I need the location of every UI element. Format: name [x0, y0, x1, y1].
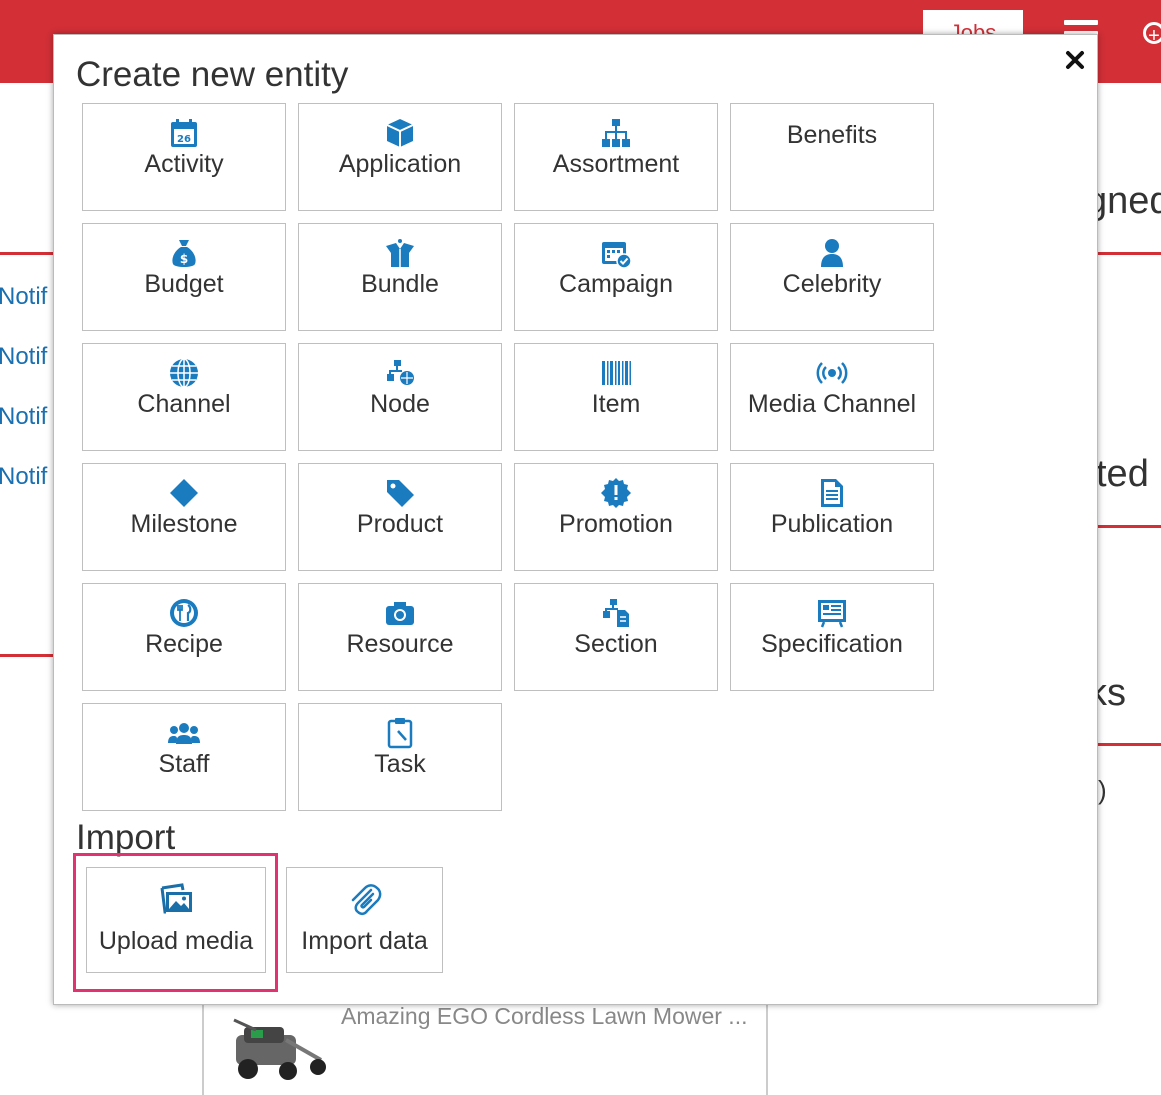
- entity-label: Activity: [144, 150, 224, 178]
- entity-tile-item[interactable]: Item: [514, 343, 718, 451]
- entity-tile-application[interactable]: Application: [298, 103, 502, 211]
- tag-icon: [383, 476, 417, 510]
- section-heading-fragment: ted: [1096, 453, 1149, 495]
- notification-link[interactable]: Notif: [0, 403, 47, 431]
- dialog-title: Create new entity: [76, 55, 349, 94]
- entity-label: Task: [374, 750, 426, 778]
- import-options: Upload media Import data: [86, 867, 443, 973]
- entity-tile-bundle[interactable]: Bundle: [298, 223, 502, 331]
- lawn-mower-image: [233, 1018, 326, 1080]
- entity-label: Budget: [144, 270, 224, 298]
- badge-icon: [599, 476, 633, 510]
- entity-label: Celebrity: [782, 270, 882, 298]
- open-box-icon: [383, 236, 417, 270]
- calendar-check-icon: [599, 236, 633, 270]
- entity-tile-benefits[interactable]: Benefits: [730, 103, 934, 211]
- entity-tile-product[interactable]: Product: [298, 463, 502, 571]
- section-icon: [599, 596, 633, 630]
- group-icon: [167, 716, 201, 750]
- entity-tile-recipe[interactable]: Recipe: [82, 583, 286, 691]
- entity-tile-specification[interactable]: Specification: [730, 583, 934, 691]
- create-entity-dialog: Create new entity 26 Activity Applicatio…: [53, 34, 1098, 1005]
- upload-media-label: Upload media: [98, 927, 254, 955]
- entity-tile-promotion[interactable]: Promotion: [514, 463, 718, 571]
- entity-label: Media Channel: [747, 390, 917, 418]
- entity-label: Bundle: [361, 270, 439, 298]
- product-title[interactable]: Amazing EGO Cordless Lawn Mower ...: [341, 1003, 747, 1030]
- import-data-button[interactable]: Import data: [286, 867, 443, 973]
- svg-text:$: $: [180, 252, 188, 266]
- divider: [1096, 252, 1161, 255]
- divider: [0, 252, 60, 255]
- entity-label: Promotion: [559, 510, 673, 538]
- divider: [1096, 525, 1161, 528]
- entity-label: Section: [574, 630, 658, 658]
- notification-link[interactable]: Notif: [0, 283, 47, 311]
- sitemap-icon: [599, 116, 633, 150]
- entity-tile-budget[interactable]: $ Budget: [82, 223, 286, 331]
- entity-tile-celebrity[interactable]: Celebrity: [730, 223, 934, 331]
- globe-icon: [167, 356, 201, 390]
- entity-label: Publication: [770, 510, 894, 538]
- entity-label: Channel: [137, 390, 231, 418]
- entity-tile-task[interactable]: Task: [298, 703, 502, 811]
- entity-tile-resource[interactable]: Resource: [298, 583, 502, 691]
- entity-label: Benefits: [786, 121, 878, 149]
- calendar-icon: 26: [167, 116, 201, 150]
- entity-label: Resource: [346, 630, 454, 658]
- person-icon: [815, 236, 849, 270]
- entity-label: Product: [356, 510, 444, 538]
- clipboard-icon: [383, 716, 417, 750]
- entity-label: Node: [370, 390, 430, 418]
- paperclip-icon: [347, 882, 383, 923]
- entity-grid: 26 Activity Application Assortment Benef…: [82, 103, 946, 811]
- cutlery-icon: [167, 596, 201, 630]
- money-bag-icon: $: [167, 236, 201, 270]
- images-icon: [158, 882, 194, 923]
- add-circle-icon[interactable]: +: [1143, 22, 1161, 47]
- count-fragment: ): [1098, 775, 1107, 805]
- entity-label: Staff: [158, 750, 210, 778]
- spec-sheet-icon: [815, 596, 849, 630]
- entity-tile-channel[interactable]: Channel: [82, 343, 286, 451]
- entity-label: Milestone: [130, 510, 238, 538]
- import-section-title: Import: [76, 818, 176, 857]
- broadcast-icon: [815, 356, 849, 390]
- entity-tile-publication[interactable]: Publication: [730, 463, 934, 571]
- entity-tile-milestone[interactable]: Milestone: [82, 463, 286, 571]
- notification-link[interactable]: Notif: [0, 343, 47, 371]
- import-data-label: Import data: [301, 927, 428, 955]
- entity-tile-activity[interactable]: 26 Activity: [82, 103, 286, 211]
- entity-label: Campaign: [559, 270, 673, 298]
- entity-tile-node[interactable]: Node: [298, 343, 502, 451]
- svg-text:26: 26: [177, 134, 191, 145]
- diamond-icon: [167, 476, 201, 510]
- entity-tile-campaign[interactable]: Campaign: [514, 223, 718, 331]
- entity-label: Specification: [761, 630, 903, 658]
- entity-label: Recipe: [145, 630, 223, 658]
- entity-label: Assortment: [552, 150, 680, 178]
- entity-tile-assortment[interactable]: Assortment: [514, 103, 718, 211]
- node-icon: [383, 356, 417, 390]
- entity-label: Application: [338, 150, 462, 178]
- entity-tile-section[interactable]: Section: [514, 583, 718, 691]
- entity-tile-media-channel[interactable]: Media Channel: [730, 343, 934, 451]
- divider: [1096, 743, 1161, 746]
- entity-label: Item: [591, 390, 641, 418]
- divider: [0, 654, 60, 657]
- camera-icon: [383, 596, 417, 630]
- upload-media-button[interactable]: Upload media: [86, 867, 266, 973]
- entity-tile-staff[interactable]: Staff: [82, 703, 286, 811]
- document-icon: [815, 476, 849, 510]
- close-icon[interactable]: [1065, 47, 1085, 71]
- cube-icon: [383, 116, 417, 150]
- notification-link[interactable]: Notif: [0, 463, 47, 491]
- barcode-icon: [599, 356, 633, 390]
